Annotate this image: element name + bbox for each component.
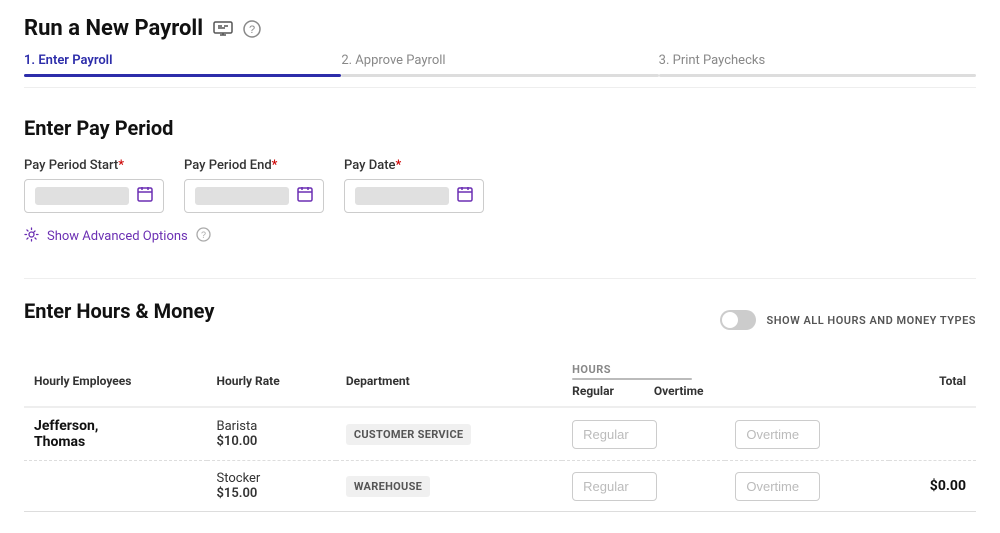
pay-date-label: Pay Date* (344, 158, 484, 173)
advanced-options-help-icon[interactable]: ? (196, 227, 211, 246)
page-header: Run a New Payroll ? (24, 16, 976, 41)
col-header-regular: Regular (572, 384, 614, 398)
payroll-table: Hourly Employees Hourly Rate Department … (24, 357, 976, 512)
overtime-hours-input[interactable] (735, 420, 820, 449)
overtime-hours-input-2[interactable] (735, 472, 820, 501)
pay-period-start-input[interactable] (24, 179, 164, 213)
step-2-approve-payroll[interactable]: 2. Approve Payroll (341, 53, 658, 87)
hours-section: Enter Hours & Money SHOW ALL HOURS AND M… (24, 278, 976, 512)
svg-text:?: ? (249, 24, 255, 36)
regular-hours-cell[interactable] (562, 407, 725, 461)
total-cell (889, 407, 976, 461)
pay-period-end-placeholder (195, 187, 289, 205)
col-header-total: Total (889, 357, 976, 407)
pay-period-end-label: Pay Period End* (184, 158, 324, 173)
step-2-bar (341, 74, 658, 77)
col-header-department: Department (336, 357, 562, 407)
step-3-bar (659, 74, 976, 77)
regular-hours-input-2[interactable] (572, 472, 657, 501)
total-cell-2: $0.00 (889, 461, 976, 512)
employee-name-cell: Jefferson, Thomas (24, 407, 207, 461)
step-1-label: 1. Enter Payroll (24, 53, 341, 68)
col-header-overtime: Overtime (654, 384, 704, 398)
help-circle-icon[interactable]: ? (243, 20, 261, 38)
step-1-bar (24, 74, 341, 77)
employee-name-cell-2 (24, 461, 207, 512)
calendar-icon-start[interactable] (137, 186, 153, 206)
step-3-print-paychecks[interactable]: 3. Print Paychecks (659, 53, 976, 87)
table-header-row: Hourly Employees Hourly Rate Department … (24, 357, 976, 407)
department-badge-2: WAREHOUSE (346, 476, 430, 497)
pay-period-start-label: Pay Period Start* (24, 158, 164, 173)
overtime-hours-cell-2[interactable] (725, 461, 888, 512)
step-3-label: 3. Print Paychecks (659, 53, 976, 68)
col-header-employee: Hourly Employees (24, 357, 207, 407)
hours-underline (572, 378, 692, 380)
gear-icon (24, 227, 39, 246)
pay-period-section: Enter Pay Period Pay Period Start* (24, 116, 976, 246)
advanced-options-label: Show Advanced Options (47, 229, 188, 244)
step-1-enter-payroll[interactable]: 1. Enter Payroll (24, 53, 341, 87)
col-header-rate: Hourly Rate (207, 357, 336, 407)
pay-period-start-placeholder (35, 187, 129, 205)
pay-period-start-field: Pay Period Start* (24, 158, 164, 213)
monitor-icon[interactable] (213, 21, 233, 37)
job-rate-cell-2: Stocker $15.00 (207, 461, 336, 512)
pay-date-input[interactable] (344, 179, 484, 213)
required-star-end: * (272, 158, 278, 173)
toggle-wrapper: SHOW ALL HOURS AND MONEY TYPES (720, 310, 976, 330)
col-header-hours-group: HOURS Regular Overtime (562, 357, 888, 407)
job-title: Barista (217, 419, 326, 434)
pay-date-field: Pay Date* (344, 158, 484, 213)
department-cell: CUSTOMER SERVICE (336, 407, 562, 461)
total-value-2: $0.00 (930, 478, 966, 494)
hours-section-title: Enter Hours & Money (24, 299, 214, 323)
pay-date-placeholder (355, 187, 449, 205)
calendar-icon-date[interactable] (457, 186, 473, 206)
calendar-icon-end[interactable] (297, 186, 313, 206)
job-title-2: Stocker (217, 471, 326, 486)
toggle-label: SHOW ALL HOURS AND MONEY TYPES (766, 314, 976, 327)
pay-period-end-field: Pay Period End* (184, 158, 324, 213)
hourly-rate: $10.00 (217, 434, 326, 449)
table-row: Stocker $15.00 WAREHOUSE $0.00 (24, 461, 976, 512)
overtime-hours-cell[interactable] (725, 407, 888, 461)
svg-text:?: ? (201, 230, 206, 240)
page-title: Run a New Payroll (24, 16, 203, 41)
employee-name: Jefferson, Thomas (34, 418, 197, 450)
pay-period-title: Enter Pay Period (24, 116, 976, 140)
steps-container: 1. Enter Payroll 2. Approve Payroll 3. P… (24, 53, 976, 88)
show-all-hours-toggle[interactable] (720, 310, 756, 330)
hourly-rate-2: $15.00 (217, 486, 326, 501)
step-2-label: 2. Approve Payroll (341, 53, 658, 68)
required-star-start: * (118, 158, 124, 173)
department-badge: CUSTOMER SERVICE (346, 424, 472, 445)
hours-group-label: HOURS (572, 363, 611, 376)
regular-hours-cell-2[interactable] (562, 461, 725, 512)
advanced-options-link[interactable]: Show Advanced Options ? (24, 227, 976, 246)
regular-hours-input[interactable] (572, 420, 657, 449)
required-star-date: * (396, 158, 402, 173)
table-row: Jefferson, Thomas Barista $10.00 CUSTOME… (24, 407, 976, 461)
job-rate-cell: Barista $10.00 (207, 407, 336, 461)
pay-period-end-input[interactable] (184, 179, 324, 213)
hours-header: Enter Hours & Money SHOW ALL HOURS AND M… (24, 299, 976, 341)
department-cell-2: WAREHOUSE (336, 461, 562, 512)
pay-period-fields-row: Pay Period Start* (24, 158, 976, 213)
